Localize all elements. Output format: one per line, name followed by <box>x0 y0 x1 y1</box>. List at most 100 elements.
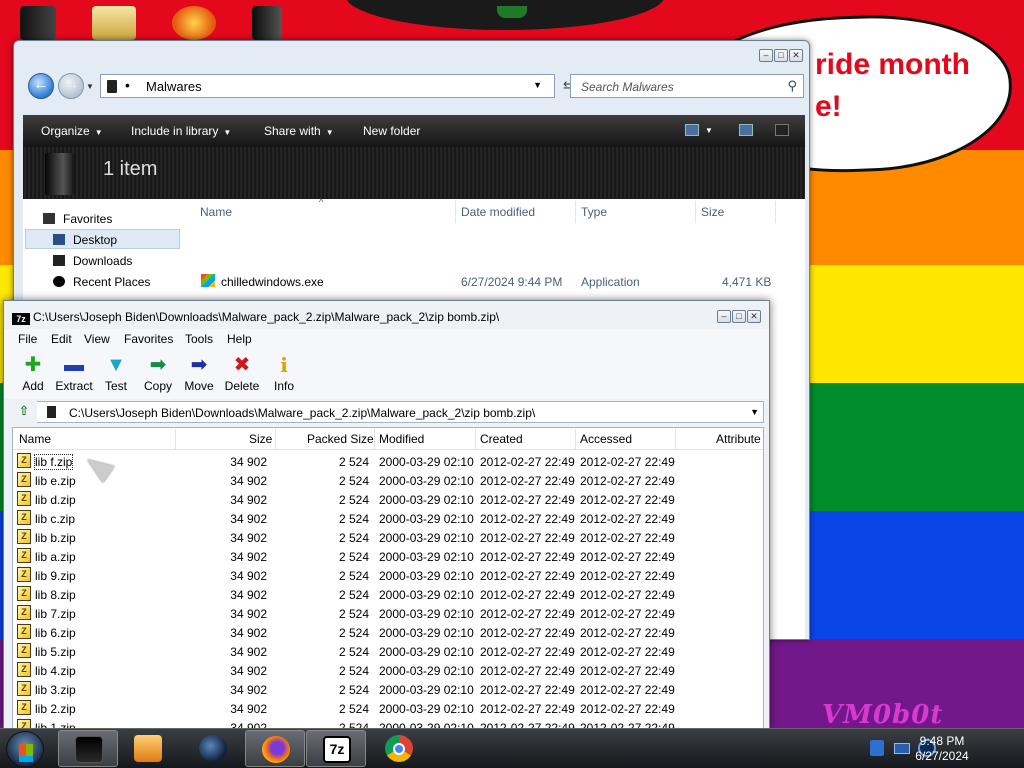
back-button[interactable]: ← <box>28 73 54 99</box>
column-header-packed-size[interactable]: Packed Size <box>307 432 374 446</box>
forward-button[interactable]: → <box>58 73 84 99</box>
globe-app-button[interactable] <box>183 730 243 767</box>
table-row[interactable]: Zlib 5.zip 34 902 2 524 2000-03-29 02:10 201… <box>13 642 763 661</box>
table-row[interactable]: Zlib e.zip 34 902 2 524 2000-03-29 02:10 201… <box>13 471 763 490</box>
add-button[interactable]: ✚ Add <box>18 355 48 393</box>
table-row[interactable]: Zlib 9.zip 34 902 2 524 2000-03-29 02:10 201… <box>13 566 763 585</box>
desktop-drive-icon[interactable] <box>252 6 282 40</box>
close-button[interactable]: ✕ <box>747 310 761 323</box>
test-button[interactable]: ▼ Test <box>101 355 131 393</box>
column-header-created[interactable]: Created <box>480 432 523 446</box>
table-row[interactable]: Zlib b.zip 34 902 2 524 2000-03-29 02:10 201… <box>13 528 763 547</box>
row-name: lib d.zip <box>35 493 76 507</box>
include-in-library-label: Include in library <box>131 124 219 138</box>
table-row[interactable]: Zlib c.zip 34 902 2 524 2000-03-29 02:10 201… <box>13 509 763 528</box>
row-size: 34 902 <box>230 626 267 640</box>
table-row[interactable]: Zlib 7.zip 34 902 2 524 2000-03-29 02:10 201… <box>13 604 763 623</box>
column-header-accessed[interactable]: Accessed <box>580 432 632 446</box>
folder-up-icon[interactable]: ⇧ <box>11 401 37 423</box>
firefox-button[interactable] <box>245 730 305 767</box>
column-divider[interactable] <box>475 429 476 449</box>
nav-item-favorites[interactable]: Favorites <box>43 212 112 226</box>
preview-pane-icon[interactable] <box>739 124 753 136</box>
column-divider[interactable] <box>374 429 375 449</box>
application-icon <box>201 274 215 287</box>
clock[interactable]: 9:48 PM 6/27/2024 <box>872 734 1012 764</box>
row-name: lib 9.zip <box>35 569 76 583</box>
column-header-size[interactable]: Size <box>249 432 272 446</box>
change-view-icon[interactable] <box>685 124 699 136</box>
include-in-library-button[interactable]: Include in library ▼ <box>131 124 231 138</box>
nav-item-recent-places[interactable]: Recent Places <box>53 275 150 289</box>
menu-help[interactable]: Help <box>227 332 252 346</box>
menu-view[interactable]: View <box>84 332 110 346</box>
menu-tools[interactable]: Tools <box>185 332 213 346</box>
search-icon[interactable]: ⚲ <box>787 78 797 94</box>
menu-favorites[interactable]: Favorites <box>124 332 173 346</box>
breadcrumb-current[interactable]: Malwares <box>146 79 202 94</box>
column-header-modified[interactable]: Modified <box>379 432 424 446</box>
column-header-name[interactable]: Name <box>200 205 232 219</box>
table-row[interactable]: Zlib 8.zip 34 902 2 524 2000-03-29 02:10 201… <box>13 585 763 604</box>
column-divider[interactable] <box>775 201 776 223</box>
recent-pages-dropdown-icon[interactable]: ▼ <box>86 82 94 91</box>
info-button[interactable]: i Info <box>271 355 297 393</box>
nav-item-desktop[interactable]: Desktop <box>53 233 117 247</box>
explorer-app-button[interactable] <box>58 730 118 767</box>
close-button[interactable]: ✕ <box>789 49 803 62</box>
maximize-button[interactable]: □ <box>774 49 788 62</box>
menu-edit[interactable]: Edit <box>51 332 72 346</box>
menu-file[interactable]: File <box>18 332 37 346</box>
minimize-button[interactable]: – <box>759 49 773 62</box>
table-row[interactable]: Zlib f.zip 34 902 2 524 2000-03-29 02:10 201… <box>13 452 763 471</box>
chrome-button[interactable] <box>369 730 429 767</box>
row-name: lib a.zip <box>35 550 76 564</box>
item-count: 1 item <box>103 158 158 180</box>
share-with-button[interactable]: Share with ▼ <box>264 124 334 138</box>
view-options-dropdown-icon[interactable]: ▼ <box>705 126 713 135</box>
column-divider[interactable] <box>175 429 176 449</box>
test-label: Test <box>104 379 127 393</box>
delete-button[interactable]: ✖ Delete <box>224 355 260 393</box>
media-player-button[interactable] <box>118 730 178 767</box>
search-input[interactable]: Search Malwares ⚲ <box>570 74 804 98</box>
new-folder-button[interactable]: New folder <box>363 124 420 138</box>
table-row[interactable]: Zlib 3.zip 34 902 2 524 2000-03-29 02:10 201… <box>13 680 763 699</box>
column-header-type[interactable]: Type <box>581 205 607 219</box>
extract-button[interactable]: ▬ Extract <box>54 355 94 393</box>
row-name: lib 5.zip <box>35 645 76 659</box>
column-header-name[interactable]: Name <box>19 432 51 446</box>
column-divider[interactable] <box>575 201 576 223</box>
table-row[interactable]: Zlib 2.zip 34 902 2 524 2000-03-29 02:10 201… <box>13 699 763 718</box>
column-divider[interactable] <box>575 429 576 449</box>
desktop-computer-icon[interactable] <box>20 6 56 40</box>
start-button[interactable] <box>6 731 44 767</box>
copy-button[interactable]: ➡ Copy <box>142 355 174 393</box>
move-button[interactable]: ➡ Move <box>183 355 215 393</box>
address-bar[interactable]: • Malwares ▼ ⇆ <box>100 74 574 98</box>
column-divider[interactable] <box>455 201 456 223</box>
path-dropdown-icon[interactable]: ▼ <box>750 407 759 417</box>
breadcrumb-separator-icon[interactable]: • <box>125 77 130 93</box>
column-header-attributes[interactable]: Attribute <box>716 432 761 446</box>
path-text[interactable]: C:\Users\Joseph Biden\Downloads\Malware_… <box>69 406 535 420</box>
minimize-button[interactable]: – <box>717 310 731 323</box>
column-header-size[interactable]: Size <box>701 205 724 219</box>
address-dropdown-icon[interactable]: ▼ <box>533 80 542 90</box>
column-divider[interactable] <box>275 429 276 449</box>
column-header-date-modified[interactable]: Date modified <box>461 205 535 219</box>
column-divider[interactable] <box>675 429 676 449</box>
nav-item-downloads[interactable]: Downloads <box>53 254 132 268</box>
desktop-app-icon[interactable] <box>172 6 216 40</box>
maximize-button[interactable]: □ <box>732 310 746 323</box>
7zip-button[interactable]: 7z <box>306 730 366 767</box>
desktop-folder-icon[interactable] <box>92 6 136 40</box>
organize-button[interactable]: Organize ▼ <box>41 124 103 138</box>
table-row[interactable]: Zlib d.zip 34 902 2 524 2000-03-29 02:10 201… <box>13 490 763 509</box>
table-row[interactable]: Zlib 4.zip 34 902 2 524 2000-03-29 02:10 201… <box>13 661 763 680</box>
table-row[interactable]: Zlib a.zip 34 902 2 524 2000-03-29 02:10 201… <box>13 547 763 566</box>
help-icon[interactable] <box>775 124 789 136</box>
column-divider[interactable] <box>695 201 696 223</box>
path-bar[interactable]: ⇧ C:\Users\Joseph Biden\Downloads\Malwar… <box>11 401 764 423</box>
table-row[interactable]: Zlib 6.zip 34 902 2 524 2000-03-29 02:10 201… <box>13 623 763 642</box>
